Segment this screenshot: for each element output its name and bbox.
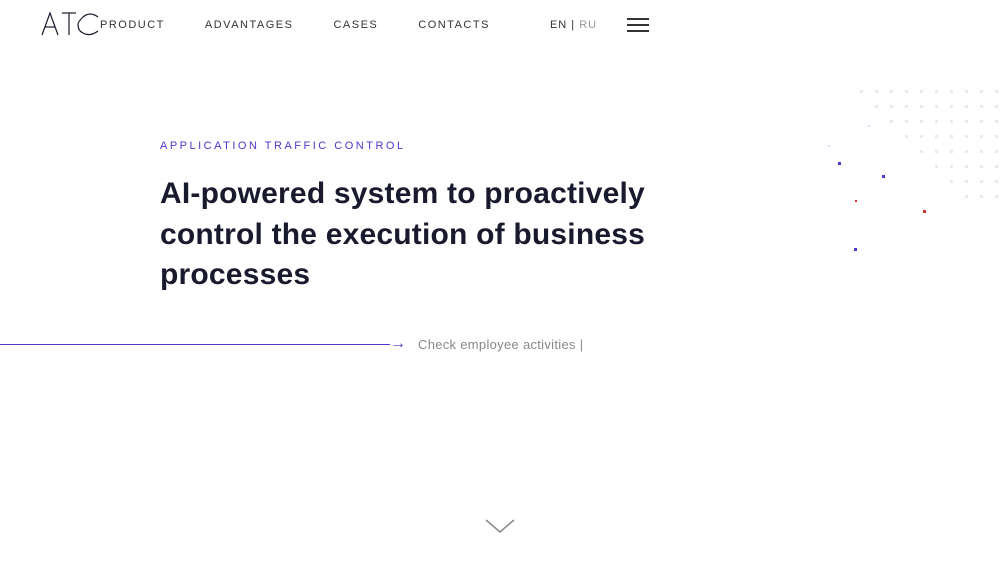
- main-nav: PRODUCT ADVANTAGES CASES CONTACTS: [100, 19, 490, 31]
- nav-item-cases[interactable]: CASES: [333, 19, 378, 31]
- hero-section: APPLICATION TRAFFIC CONTROL AI-powered s…: [160, 140, 660, 296]
- hamburger-line-3: [627, 30, 649, 32]
- hero-headline: AI-powered system to proactively control…: [160, 174, 660, 296]
- cta-text[interactable]: Check employee activities |: [418, 337, 583, 352]
- logo[interactable]: [40, 9, 100, 42]
- language-switcher[interactable]: EN | RU: [550, 19, 597, 31]
- hamburger-menu[interactable]: [627, 18, 649, 32]
- cta-arrow-icon: →: [390, 335, 406, 353]
- hamburger-line-2: [627, 24, 649, 26]
- chevron-down-container[interactable]: [484, 516, 516, 541]
- decorative-dots: [800, 80, 1000, 280]
- cta-rule-line: [0, 344, 390, 345]
- header: PRODUCT ADVANTAGES CASES CONTACTS EN | R…: [0, 0, 1000, 50]
- lang-ru[interactable]: RU: [579, 19, 597, 31]
- chevron-down-icon: [484, 516, 516, 536]
- hero-subtitle: APPLICATION TRAFFIC CONTROL: [160, 140, 660, 152]
- hamburger-line-1: [627, 18, 649, 20]
- nav-item-product[interactable]: PRODUCT: [100, 19, 165, 31]
- nav-item-advantages[interactable]: ADVANTAGES: [205, 19, 294, 31]
- cta-line[interactable]: → Check employee activities |: [0, 335, 583, 353]
- lang-en[interactable]: EN: [550, 19, 567, 31]
- nav-item-contacts[interactable]: CONTACTS: [418, 19, 490, 31]
- lang-separator: |: [567, 19, 579, 31]
